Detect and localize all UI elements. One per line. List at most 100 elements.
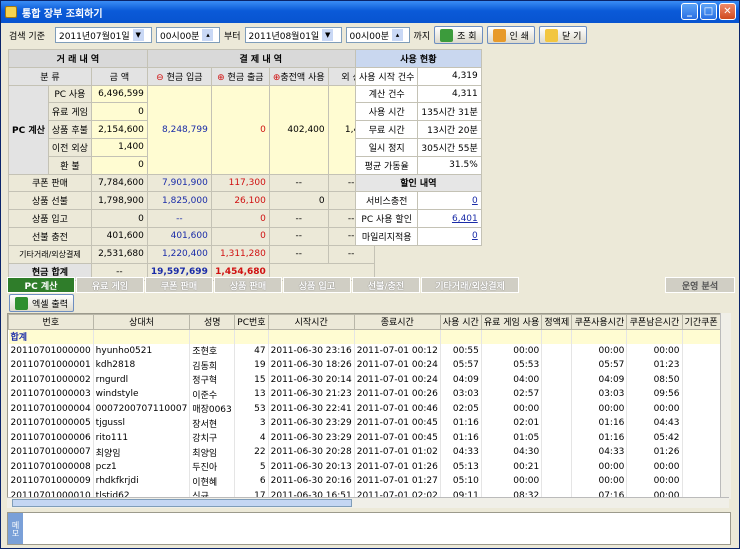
ledger-charge: --: [268, 209, 329, 228]
grid-row[interactable]: 20110701000001 kdh2818 김동희 19 2011-06-30 18:…: [8, 358, 728, 373]
maximize-button[interactable]: □: [700, 3, 717, 20]
from-date-picker[interactable]: 2011년07월01일 ▼: [54, 27, 152, 43]
search-bar: 검색 기준 2011년07월01일 ▼ 00시00분 ▴ 부터 2011년08월01…: [9, 26, 731, 44]
tab-pc[interactable]: PC 계산: [7, 277, 75, 293]
discount-link[interactable]: 6,401: [452, 214, 478, 224]
col-amount: 금 액: [90, 66, 148, 86]
tab-goods-in[interactable]: 상품 입고: [283, 277, 351, 293]
grid-cell: 2011-07-01 00:26: [354, 387, 441, 402]
to-time-spinner[interactable]: 00시00분 ▴: [345, 27, 410, 43]
minimize-button[interactable]: _: [681, 3, 698, 20]
ledger-in: 7,901,900: [146, 173, 212, 193]
close-window-button[interactable]: ✕: [719, 3, 736, 20]
pc-grid[interactable]: 번호 상대처 성명 PC번호 시작시간 종료시간 사용 시간 유료 게임 사용 정액제 쿠폰사용시…: [7, 313, 729, 499]
search-icon: [440, 28, 454, 42]
grid-column-header[interactable]: 종료시간: [353, 314, 441, 330]
pc-grid-table: 번호 상대처 성명 PC번호 시작시간 종료시간 사용 시간 유료 게임 사용 정액제 쿠폰사용시…: [8, 314, 728, 498]
stat-value: 4,319: [417, 66, 482, 86]
ledger-amt: 1,798,900: [90, 191, 148, 211]
scroll-thumb[interactable]: [12, 499, 352, 507]
grid-cell: 01:16: [571, 430, 628, 445]
grid-column-header[interactable]: 상대처: [92, 314, 191, 330]
col-charge-label: 충전액 사용: [280, 72, 325, 83]
app-icon: [5, 6, 17, 18]
horizontal-scrollbar[interactable]: [7, 497, 729, 508]
grid-row[interactable]: 20110701000004 0007200707110007 매장0063 53 20…: [8, 401, 728, 416]
grid-row[interactable]: 20110701000008 pcz1 두진아 5 2011-06-30 20:13 20…: [8, 459, 728, 474]
grid-row[interactable]: 20110701000007 최양임 최양임 22 2011-06-30 20:28 20…: [8, 445, 728, 460]
memo-area[interactable]: 메모: [7, 512, 731, 545]
tab-paid-game[interactable]: 유료 게임: [76, 277, 144, 293]
grid-column-header[interactable]: 쿠폰남은시간: [626, 314, 683, 330]
to-date-picker[interactable]: 2011년08월01일 ▼: [244, 27, 342, 43]
tab-coupon[interactable]: 쿠폰 판매: [145, 277, 213, 293]
grid-cell: [440, 329, 482, 344]
chevron-down-icon[interactable]: ▼: [322, 29, 334, 41]
grid-cell: 01:05: [481, 430, 543, 445]
ledger-row: 상품 선불1,798,9001,825,00026,10000: [8, 191, 375, 211]
ledger-cat: 기타거래/외상결제: [8, 244, 92, 264]
stat-value: 13시간 20분: [417, 120, 482, 139]
ledger-row: 기타거래/외상결제 2,531,680 1,220,400 1,311,280 -- --: [8, 244, 375, 264]
grid-row[interactable]: 20110701000006 rito111 강치구 4 2011-06-30 23:2…: [8, 430, 728, 445]
grid-cell: [189, 329, 236, 344]
grid-column-header[interactable]: 번호: [8, 314, 94, 330]
grid-column-header[interactable]: 사용 시간: [439, 314, 482, 330]
stat-label: 일시 정지: [354, 137, 419, 157]
print-button[interactable]: 인 쇄: [486, 26, 535, 44]
vertical-scrollbar[interactable]: [720, 313, 731, 499]
discount-label: 마일리지적용: [354, 226, 419, 246]
deal-header: 거 래 내 역: [8, 49, 148, 68]
grid-row[interactable]: 20110701000009 rhdkfkrjdi 이현혜 6 2011-06-30 2…: [8, 474, 728, 489]
grid-cell: 2011-07-01 00:24: [354, 372, 441, 387]
stat-label: 사용 시작 건수: [354, 66, 419, 86]
grid-column-header[interactable]: 유료 게임 사용: [480, 314, 543, 330]
spin-icon[interactable]: ▴: [392, 29, 404, 41]
grid-cell: 2011-06-30 18:26: [268, 358, 355, 373]
grid-row[interactable]: 20110701000002 rngurdl 정구혁 15 2011-06-30 20:…: [8, 372, 728, 387]
grid-column-header[interactable]: PC번호: [234, 314, 269, 330]
chevron-down-icon[interactable]: ▼: [132, 29, 144, 41]
grid-header: 번호 상대처 성명 PC번호 시작시간 종료시간 사용 시간 유료 게임 사용 정액제 쿠폰사용시…: [8, 314, 728, 330]
spin-icon[interactable]: ▴: [202, 29, 214, 41]
search-button[interactable]: 조 회: [434, 26, 483, 44]
col-cash-out: ⊕ 현금 출금: [210, 66, 270, 86]
from-date-value: 2011년07월01일: [58, 31, 130, 42]
discount-title: 할인 내역: [355, 173, 482, 193]
discount-label: 서비스충전: [354, 191, 419, 211]
discount-link[interactable]: 0: [472, 231, 478, 241]
grid-column-header[interactable]: 기간쿠폰: [681, 314, 721, 330]
grid-cell: 01:23: [626, 358, 683, 373]
grid-column-header[interactable]: 정액제: [541, 314, 573, 330]
grid-cell: 20110701000007: [8, 445, 94, 460]
from-time-spinner[interactable]: 00시00분 ▴: [155, 27, 220, 43]
grid-row[interactable]: 20110701000005 tjgussl 장서현 3 2011-06-30 23:2…: [8, 416, 728, 431]
excel-button-label: 엑셀 출력: [32, 299, 68, 310]
grid-cell: 20110701000003: [8, 387, 94, 402]
ledger-cat: 쿠폰 판매: [8, 173, 92, 193]
ledger-out: 26,100: [210, 191, 270, 211]
ledger-cat: 이전 외상: [47, 137, 92, 157]
tab-prepaid[interactable]: 선불/충전: [352, 277, 420, 293]
close-button[interactable]: 닫 기: [538, 26, 588, 44]
grid-cell: 04:09: [571, 372, 628, 387]
grid-cell: 2011-06-30 23:16: [268, 343, 355, 358]
grid-cell: 19: [234, 358, 269, 373]
grid-column-header[interactable]: 성명: [189, 314, 236, 330]
grid-cell: 05:42: [626, 430, 683, 445]
stat-value: 4,311: [417, 84, 482, 104]
grid-row[interactable]: 20110701000000 hyunho0521 조현호 47 2011-06-30 …: [8, 343, 728, 358]
grid-row[interactable]: 20110701000003 windstyle 이준수 13 2011-06-30 2…: [8, 387, 728, 402]
tab-goods-sale[interactable]: 상품 판매: [214, 277, 282, 293]
grid-cell: 05:10: [440, 474, 482, 489]
grid-cell: 4: [234, 430, 269, 445]
tab-other[interactable]: 기타거래/외상결제: [421, 277, 519, 293]
discount-link[interactable]: 0: [472, 196, 478, 206]
tab-analysis[interactable]: 운영 분석: [665, 277, 735, 293]
pay-header: 결 제 내 역: [146, 49, 375, 68]
grid-cell: kdh2818: [93, 358, 191, 373]
grid-column-header[interactable]: 쿠폰사용시간: [571, 314, 628, 330]
grid-column-header[interactable]: 시작시간: [267, 314, 355, 330]
grid-cell: 2011-06-30 20:14: [268, 372, 355, 387]
excel-export-button[interactable]: 엑셀 출력: [9, 294, 74, 312]
